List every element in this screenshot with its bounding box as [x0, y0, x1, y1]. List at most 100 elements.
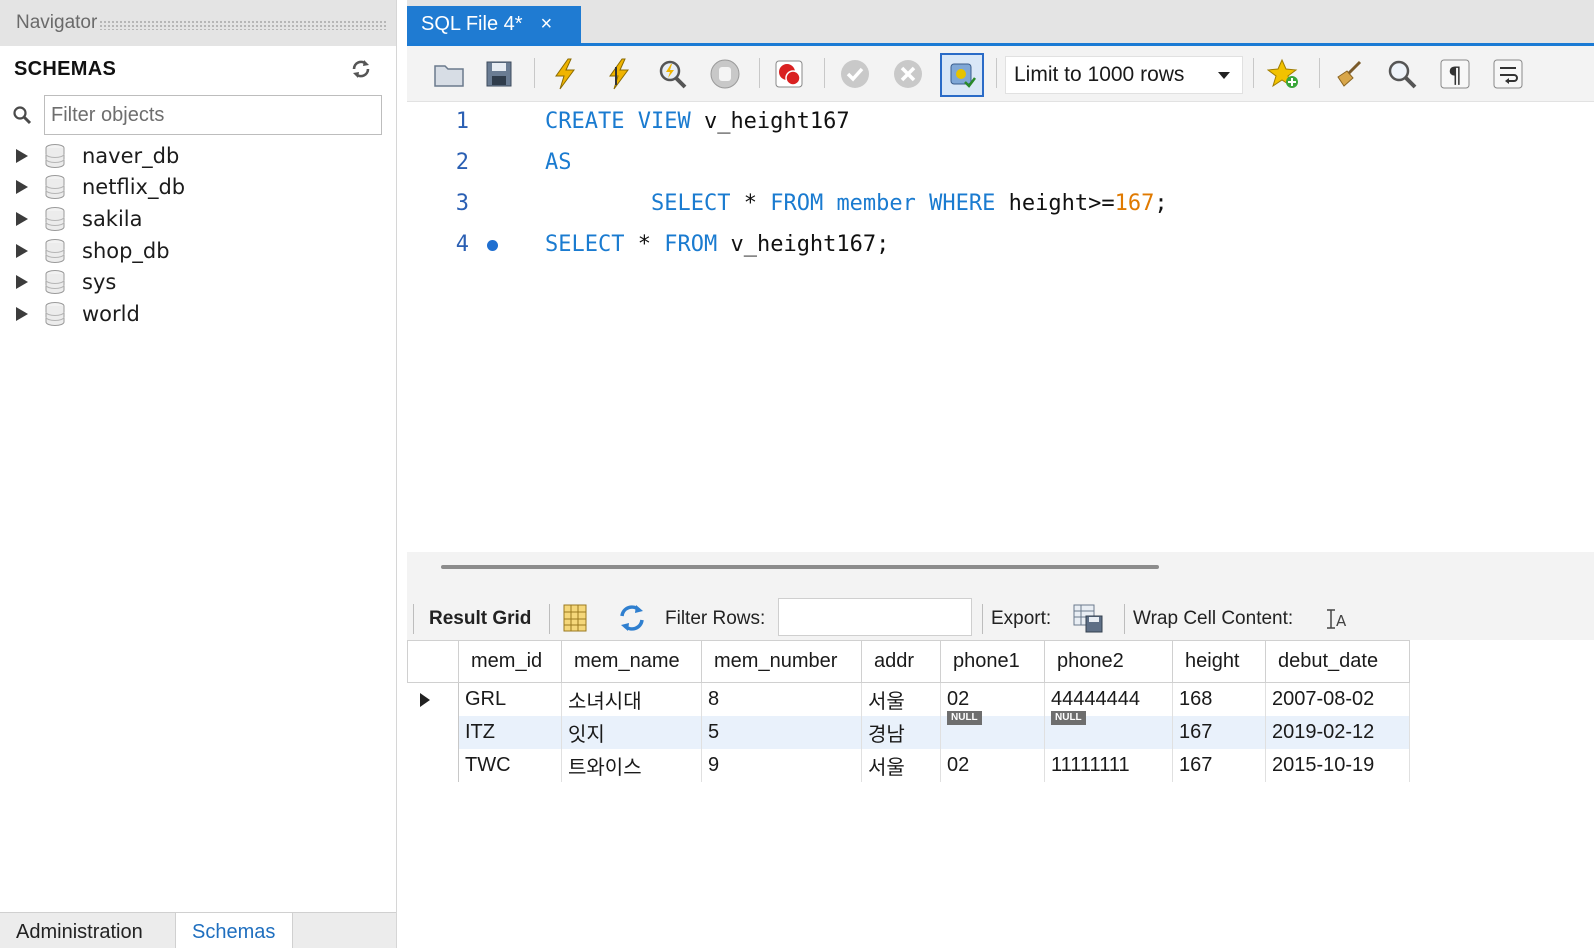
table-cell[interactable]: 경남 [861, 715, 941, 749]
line-number: 2 [455, 150, 469, 175]
sql-text: * [730, 191, 771, 216]
table-cell[interactable]: 9 [701, 748, 862, 782]
code-line: 4 SELECT * FROM v_height167; [407, 225, 1594, 265]
rollback-button[interactable] [888, 54, 928, 94]
error-stop-icon [775, 60, 803, 88]
beautify-button[interactable] [1329, 54, 1369, 94]
grid-layout-icon[interactable] [560, 602, 592, 634]
add-snippet-button[interactable] [1264, 54, 1304, 94]
toolbar-separator [824, 58, 825, 88]
row-selector[interactable] [407, 715, 459, 749]
open-file-button[interactable] [429, 54, 469, 94]
expand-arrow-icon[interactable] [16, 275, 28, 290]
filter-rows-input[interactable] [778, 598, 972, 636]
table-cell[interactable]: 11111111 [1044, 748, 1173, 782]
table-cell[interactable]: 2007-08-02 [1265, 682, 1410, 716]
wrap-cell-icon[interactable]: A [1321, 602, 1353, 634]
table-cell[interactable]: 서울 [861, 682, 941, 716]
cancel-icon [894, 60, 922, 88]
column-header[interactable]: phone1 [940, 640, 1045, 683]
table-cell[interactable]: 168 [1172, 682, 1266, 716]
column-header[interactable]: height [1172, 640, 1266, 683]
table-row[interactable]: GRL 소녀시대 8 서울 02 44444444 168 2007-08-02 [407, 682, 1410, 716]
export-icon[interactable] [1072, 602, 1104, 634]
close-tab-icon[interactable]: × [541, 13, 553, 36]
column-header[interactable]: debut_date [1265, 640, 1410, 683]
save-button[interactable] [479, 54, 519, 94]
column-header[interactable]: mem_name [561, 640, 702, 683]
editor-results-splitter[interactable] [407, 552, 1594, 596]
filter-objects-input[interactable] [44, 95, 382, 135]
table-cell[interactable]: 8 [701, 682, 862, 716]
result-grid[interactable]: mem_id mem_name mem_number addr phone1 p… [407, 640, 1594, 948]
table-cell[interactable]: 2015-10-19 [1265, 748, 1410, 782]
table-cell[interactable]: NULL [940, 710, 1045, 749]
table-cell[interactable]: ITZ [458, 715, 562, 749]
tab-administration[interactable]: Administration [0, 913, 157, 948]
sql-code-editor[interactable]: 1 CREATE VIEW v_height167 2 AS 3 SELECT … [407, 102, 1594, 552]
tab-schemas[interactable]: Schemas [175, 913, 293, 948]
schema-item[interactable]: sakila [0, 203, 396, 235]
stop-on-error-button[interactable] [769, 54, 809, 94]
autocommit-toggle-button[interactable] [940, 53, 984, 97]
current-row-pointer-icon [419, 693, 430, 707]
execute-current-button[interactable] [599, 54, 639, 94]
commit-button[interactable] [835, 54, 875, 94]
table-cell[interactable]: 서울 [861, 748, 941, 782]
autocommit-icon [950, 63, 976, 88]
result-toolbar: Result Grid Filter Rows: Export: Wrap Ce… [407, 596, 1594, 640]
sql-keyword: SELECT [545, 232, 625, 257]
toolbar-separator [1124, 604, 1125, 634]
table-cell[interactable]: TWC [458, 748, 562, 782]
refresh-icon[interactable] [616, 602, 648, 634]
null-badge: NULL [1051, 710, 1086, 725]
limit-rows-select[interactable]: Limit to 1000 rows [1005, 56, 1243, 94]
schema-item[interactable]: sys [0, 266, 396, 298]
result-grid-tab[interactable]: Result Grid [429, 608, 531, 630]
table-cell[interactable]: 02 [940, 748, 1045, 782]
column-header[interactable]: addr [861, 640, 941, 683]
explain-button[interactable] [652, 54, 692, 94]
row-selector-header[interactable] [407, 640, 459, 683]
panel-drag-handle[interactable] [99, 20, 386, 30]
table-cell[interactable]: NULL [1044, 710, 1173, 749]
table-cell[interactable]: 5 [701, 715, 862, 749]
search-icon [1388, 60, 1417, 89]
column-header[interactable]: mem_number [701, 640, 862, 683]
invisible-chars-button[interactable]: ¶ [1435, 54, 1475, 94]
expand-arrow-icon[interactable] [16, 306, 28, 321]
schema-item[interactable]: netflix_db [0, 172, 396, 204]
table-cell[interactable]: 2019-02-12 [1265, 715, 1410, 749]
tab-sql-file[interactable]: SQL File 4* × [407, 6, 581, 43]
table-cell[interactable]: 167 [1172, 715, 1266, 749]
column-header[interactable]: phone2 [1044, 640, 1173, 683]
row-selector[interactable] [407, 682, 459, 716]
stop-button[interactable] [705, 54, 745, 94]
column-header[interactable]: mem_id [458, 640, 562, 683]
table-cell[interactable]: 잇지 [561, 715, 702, 749]
editor-tab-strip: SQL File 4* × [407, 0, 1594, 46]
table-row[interactable]: TWC 트와이스 9 서울 02 11111111 167 2015-10-19 [407, 748, 1410, 782]
find-button[interactable] [1382, 54, 1422, 94]
toolbar-separator [549, 604, 550, 634]
refresh-schemas-icon[interactable] [350, 58, 372, 80]
schema-item[interactable]: world [0, 298, 396, 330]
table-row[interactable]: ITZ 잇지 5 경남 NULL NULL 167 2019-02-12 [407, 710, 1410, 749]
execute-button[interactable] [545, 54, 585, 94]
expand-arrow-icon[interactable] [16, 243, 28, 258]
expand-arrow-icon[interactable] [16, 148, 28, 163]
toolbar-separator [534, 58, 535, 88]
schema-item[interactable]: naver_db [0, 140, 396, 172]
row-selector[interactable] [407, 748, 459, 782]
word-wrap-button[interactable] [1488, 54, 1528, 94]
horizontal-scrollbar[interactable] [441, 565, 1159, 569]
schema-item[interactable]: shop_db [0, 235, 396, 267]
filter-rows-label: Filter Rows: [665, 608, 766, 629]
expand-arrow-icon[interactable] [16, 211, 28, 226]
table-cell[interactable]: GRL [458, 682, 562, 716]
table-cell[interactable]: 167 [1172, 748, 1266, 782]
table-cell[interactable]: 소녀시대 [561, 682, 702, 716]
expand-arrow-icon[interactable] [16, 180, 28, 195]
table-cell[interactable]: 트와이스 [561, 748, 702, 782]
